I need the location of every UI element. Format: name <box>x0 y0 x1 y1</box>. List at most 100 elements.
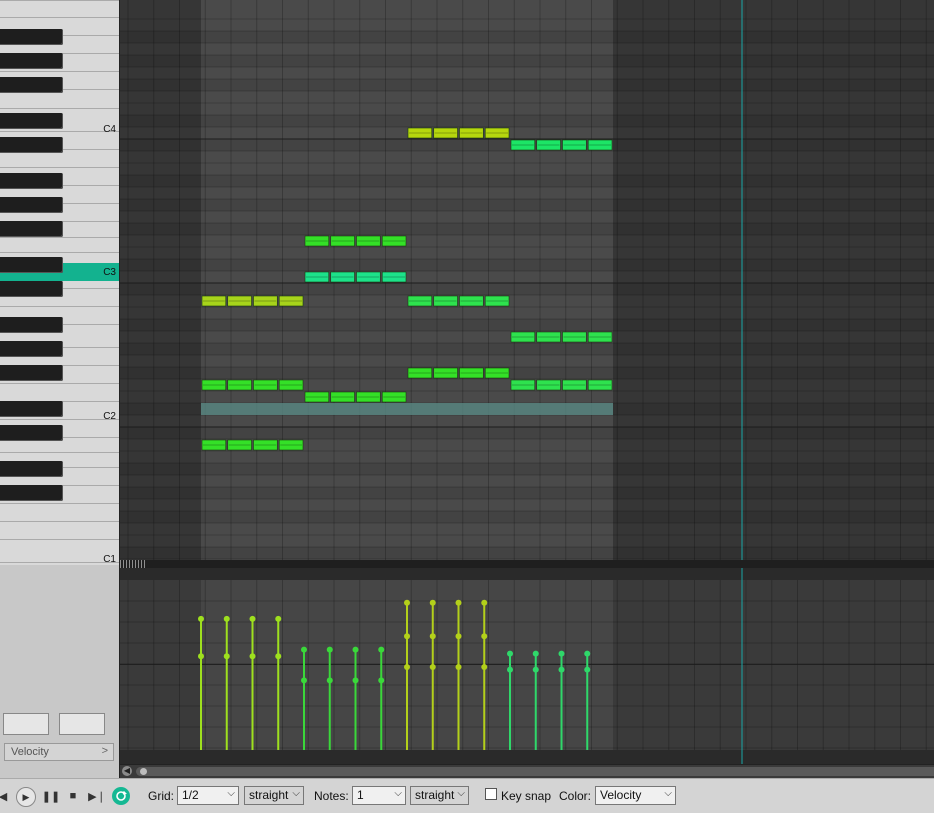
grid-label: Grid: <box>148 789 175 803</box>
black-key[interactable] <box>0 317 63 333</box>
velocity-handle[interactable] <box>326 677 333 684</box>
velocity-handle[interactable] <box>507 650 513 657</box>
black-key[interactable] <box>0 485 63 501</box>
velocity-handle[interactable] <box>507 666 513 673</box>
velocity-handle[interactable] <box>198 615 204 622</box>
velocity-handle[interactable] <box>326 646 333 653</box>
black-key[interactable] <box>0 173 63 189</box>
velocity-handle[interactable] <box>558 650 565 657</box>
black-key[interactable] <box>0 29 63 45</box>
velocity-handle[interactable] <box>249 615 256 622</box>
black-key[interactable] <box>0 197 63 213</box>
velocity-handle[interactable] <box>301 677 307 684</box>
velocity-handle[interactable] <box>455 664 462 671</box>
scroll-left-icon[interactable]: ◀ <box>122 766 132 776</box>
lane-type-select[interactable]: Velocity > <box>4 743 114 761</box>
velocity-handle[interactable] <box>429 664 436 671</box>
splitter-grip-icon[interactable] <box>120 560 146 568</box>
black-key-row <box>120 283 934 295</box>
piano-keyboard[interactable]: C4 C3 C2 C1 <box>0 0 120 565</box>
color-mode-value: Velocity <box>600 788 642 802</box>
black-key-row <box>120 115 934 127</box>
black-key[interactable] <box>0 257 63 273</box>
black-key-row <box>120 79 934 91</box>
black-key[interactable] <box>0 341 63 357</box>
black-key[interactable] <box>0 461 63 477</box>
black-key[interactable] <box>0 401 63 417</box>
skip-to-end-icon[interactable]: ▶❘ <box>88 787 106 805</box>
black-key[interactable] <box>0 281 63 297</box>
black-key-row <box>120 367 934 379</box>
cc-lane-sidebar: Velocity > <box>0 565 120 765</box>
black-key-row <box>120 547 934 559</box>
black-key[interactable] <box>0 77 63 93</box>
velocity-handle[interactable] <box>249 653 256 660</box>
lane-splitter[interactable] <box>120 560 934 568</box>
horizontal-scrollbar[interactable]: ◀ <box>120 764 934 779</box>
velocity-handle[interactable] <box>429 633 436 640</box>
notes-value: 1 <box>357 788 364 802</box>
velocity-handle[interactable] <box>223 615 230 622</box>
chevron-right-icon: > <box>101 745 108 757</box>
lane-value-box-left[interactable] <box>3 713 49 735</box>
black-key[interactable] <box>0 365 63 381</box>
velocity-handle[interactable] <box>301 646 307 653</box>
velocity-handle[interactable] <box>378 677 385 684</box>
note-grid-canvas[interactable] <box>120 0 934 562</box>
white-key-divider <box>0 17 119 18</box>
color-mode-select[interactable]: Velocity ⌵ <box>595 786 676 805</box>
play-icon: ▶ <box>22 791 30 802</box>
velocity-lane[interactable] <box>120 568 934 764</box>
velocity-handle[interactable] <box>455 633 462 640</box>
black-key[interactable] <box>0 137 63 153</box>
velocity-handle[interactable] <box>352 677 359 684</box>
velocity-handle[interactable] <box>378 646 385 653</box>
key-snap-checkbox[interactable] <box>485 788 497 800</box>
velocity-handle[interactable] <box>455 599 462 606</box>
black-key[interactable] <box>0 113 63 129</box>
loop-toggle-button[interactable] <box>112 787 130 805</box>
stop-icon[interactable]: ■ <box>64 787 82 805</box>
velocity-handle[interactable] <box>584 666 591 673</box>
velocity-handle[interactable] <box>429 599 436 606</box>
grid-type-select[interactable]: straight ⌵ <box>244 786 304 805</box>
velocity-handle[interactable] <box>223 653 230 660</box>
octave-label-c4: C4 <box>103 124 116 135</box>
pause-icon[interactable]: ❚❚ <box>42 787 60 805</box>
black-key[interactable] <box>0 221 63 237</box>
notes-type-select[interactable]: straight ⌵ <box>410 786 469 805</box>
notes-label: Notes: <box>314 789 349 803</box>
scrollbar-thumb[interactable] <box>136 767 934 776</box>
rewind-icon[interactable]: ◀ <box>0 787 12 805</box>
velocity-canvas[interactable] <box>120 568 934 764</box>
velocity-handle[interactable] <box>481 599 488 606</box>
velocity-handle[interactable] <box>481 664 488 671</box>
velocity-handle[interactable] <box>404 633 410 640</box>
velocity-handle[interactable] <box>275 615 282 622</box>
grid-select[interactable]: 1/2 ⌵ <box>177 786 239 805</box>
piano-roll-grid[interactable] <box>120 0 934 562</box>
velocity-handle[interactable] <box>481 633 488 640</box>
play-button[interactable]: ▶ <box>16 787 36 807</box>
chevron-down-icon: ⌵ <box>292 788 300 799</box>
lane-value-box-right[interactable] <box>59 713 105 735</box>
black-key[interactable] <box>0 53 63 69</box>
velocity-handle[interactable] <box>352 646 359 653</box>
velocity-handle[interactable] <box>404 599 410 606</box>
velocity-handle[interactable] <box>532 650 539 657</box>
black-key-row <box>120 259 934 271</box>
white-key-divider <box>0 452 119 453</box>
white-key-divider <box>0 306 119 307</box>
notes-select[interactable]: 1 ⌵ <box>352 786 406 805</box>
chevron-down-icon: ⌵ <box>227 788 235 799</box>
velocity-handle[interactable] <box>558 666 565 673</box>
key-snap-label[interactable]: Key snap <box>501 789 551 803</box>
black-key[interactable] <box>0 425 63 441</box>
velocity-handle[interactable] <box>198 653 204 660</box>
velocity-handle[interactable] <box>584 650 591 657</box>
velocity-handle[interactable] <box>404 664 410 671</box>
lane-sidebar-footer <box>0 764 120 778</box>
white-key-divider <box>0 108 119 109</box>
velocity-handle[interactable] <box>532 666 539 673</box>
velocity-handle[interactable] <box>275 653 282 660</box>
